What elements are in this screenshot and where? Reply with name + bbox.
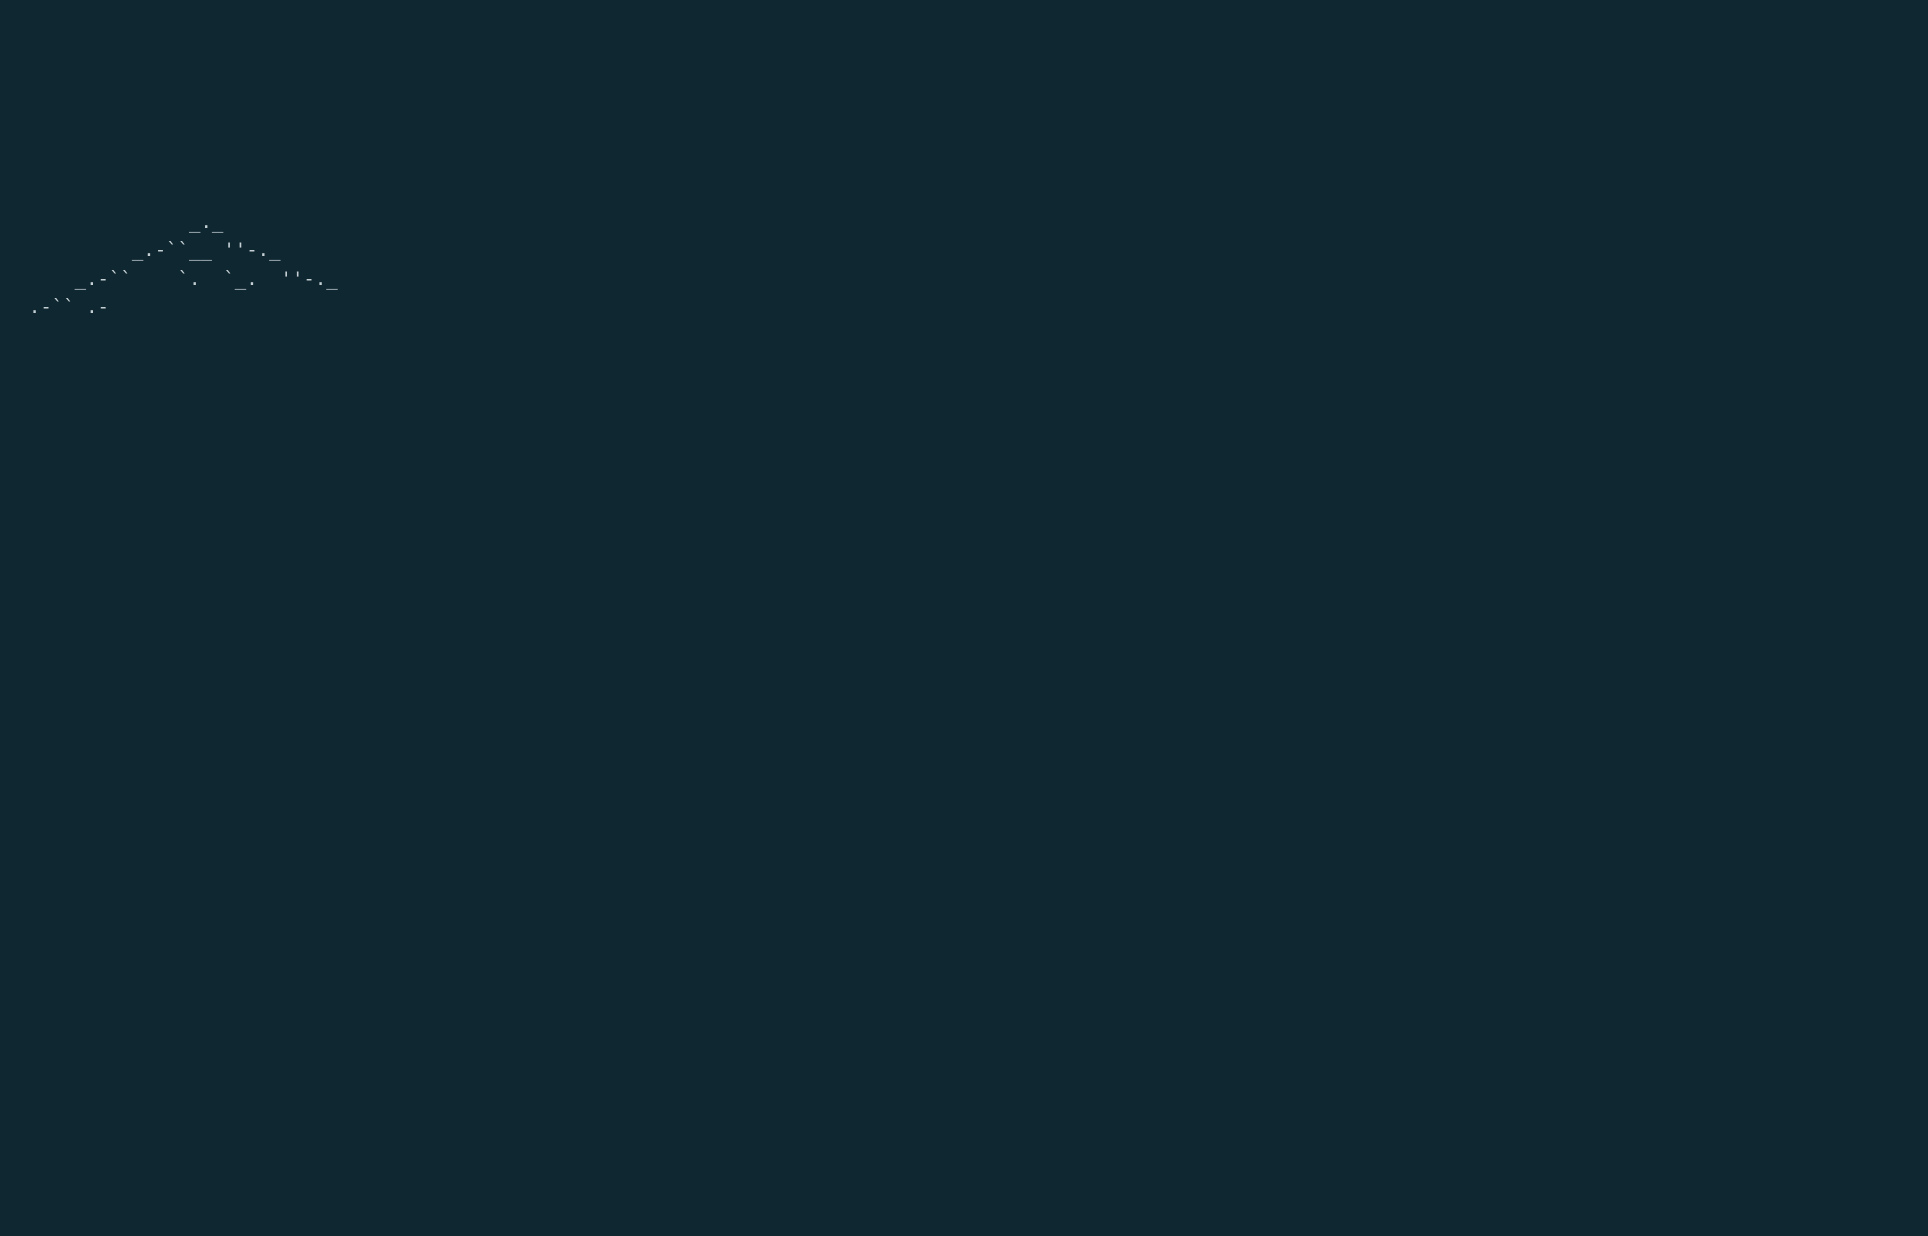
redis-logo-ascii: _._ _.-``__ ''-._ _.-`` `. `_. ''-._ .-`… <box>6 208 1922 322</box>
